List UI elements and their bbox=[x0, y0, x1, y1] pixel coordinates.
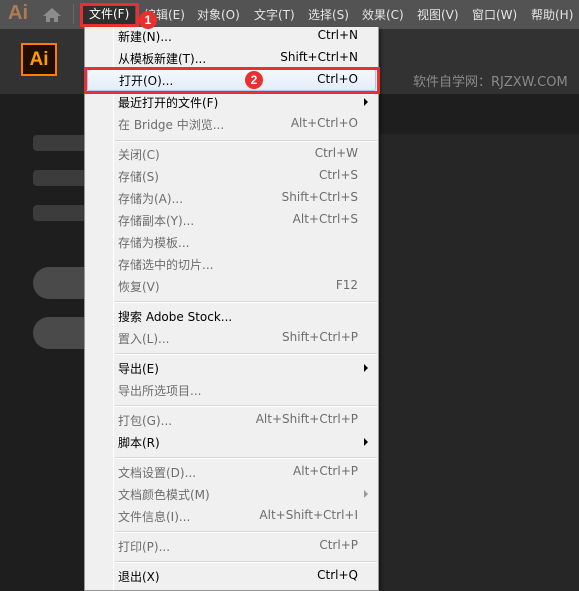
header-strip bbox=[378, 94, 579, 134]
watermark-text: 软件自学网：RJZXW.COM bbox=[413, 75, 568, 90]
placeholder-bar bbox=[33, 135, 88, 151]
menu-item-export[interactable]: 导出(E) bbox=[85, 357, 378, 379]
menu-item-label: 导出所选项目... bbox=[118, 384, 202, 398]
menu-item-document-color-mode[interactable]: 文档颜色模式(M) bbox=[85, 483, 378, 505]
menu-item-open-recent[interactable]: 最近打开的文件(F) bbox=[85, 91, 378, 113]
step-badge-2: 2 bbox=[245, 71, 263, 89]
menu-item-save[interactable]: 存储(S) Ctrl+S bbox=[85, 165, 378, 187]
menu-item-shortcut: Shift+Ctrl+N bbox=[280, 50, 358, 64]
menu-item-label: 最近打开的文件(F) bbox=[118, 96, 219, 110]
menu-item-close[interactable]: 关闭(C) Ctrl+W bbox=[85, 143, 378, 165]
menu-item-export-selection[interactable]: 导出所选项目... bbox=[85, 379, 378, 401]
menu-window[interactable]: 窗口(W) bbox=[472, 6, 517, 23]
menu-item-save-template[interactable]: 存储为模板... bbox=[85, 231, 378, 253]
menu-item-label: 文件信息(I)... bbox=[118, 510, 191, 524]
step-badge-1: 1 bbox=[139, 11, 157, 29]
menu-item-label: 关闭(C) bbox=[118, 148, 160, 162]
submenu-arrow-icon bbox=[364, 490, 368, 498]
home-icon[interactable] bbox=[42, 7, 62, 23]
menu-item-shortcut: F12 bbox=[335, 278, 358, 292]
menu-view[interactable]: 视图(V) bbox=[417, 6, 459, 23]
menu-item-save-slices[interactable]: 存储选中的切片... bbox=[85, 253, 378, 275]
menu-separator bbox=[115, 140, 377, 142]
menu-item-package[interactable]: 打包(G)... Alt+Shift+Ctrl+P bbox=[85, 409, 378, 431]
menu-separator bbox=[115, 561, 377, 563]
menubar-divider bbox=[73, 4, 74, 24]
menu-type[interactable]: 文字(T) bbox=[254, 6, 295, 23]
menu-separator bbox=[115, 405, 377, 407]
menu-separator bbox=[115, 353, 377, 355]
menu-item-save-copy[interactable]: 存储副本(Y)... Alt+Ctrl+S bbox=[85, 209, 378, 231]
menu-item-label: 文档颜色模式(M) bbox=[118, 488, 210, 502]
menu-item-label: 置入(L)... bbox=[118, 332, 170, 346]
menu-item-browse-bridge[interactable]: 在 Bridge 中浏览... Alt+Ctrl+O bbox=[85, 113, 378, 135]
menu-item-scripts[interactable]: 脚本(R) bbox=[85, 431, 378, 453]
menu-item-label: 新建(N)... bbox=[118, 30, 172, 44]
menu-item-shortcut: Shift+Ctrl+S bbox=[281, 190, 358, 204]
menu-item-label: 退出(X) bbox=[118, 570, 160, 584]
menu-item-file-info[interactable]: 文件信息(I)... Alt+Shift+Ctrl+I bbox=[85, 505, 378, 527]
menu-item-label: 搜索 Adobe Stock... bbox=[118, 310, 233, 324]
menu-select[interactable]: 选择(S) bbox=[308, 6, 349, 23]
menu-item-revert[interactable]: 恢复(V) F12 bbox=[85, 275, 378, 297]
menu-item-shortcut: Alt+Shift+Ctrl+I bbox=[259, 508, 358, 522]
menu-item-shortcut: Ctrl+S bbox=[318, 168, 358, 182]
menu-item-label: 打印(P)... bbox=[118, 540, 171, 554]
submenu-arrow-icon bbox=[364, 364, 368, 372]
menu-item-label: 导出(E) bbox=[118, 362, 159, 376]
menu-item-shortcut: Ctrl+W bbox=[314, 146, 358, 160]
menu-item-new[interactable]: 新建(N)... Ctrl+N bbox=[85, 25, 378, 47]
menu-item-label: 文档设置(D)... bbox=[118, 466, 197, 480]
menu-item-save-as[interactable]: 存储为(A)... Shift+Ctrl+S bbox=[85, 187, 378, 209]
highlight-file-menu bbox=[80, 3, 139, 27]
menu-item-shortcut: Ctrl+N bbox=[317, 28, 358, 42]
highlight-open-item bbox=[84, 67, 380, 94]
menu-item-new-from-template[interactable]: 从模板新建(T)... Shift+Ctrl+N bbox=[85, 47, 378, 69]
app-logo: Ai bbox=[8, 2, 28, 24]
ai-app-badge: Ai bbox=[21, 43, 57, 76]
menu-item-shortcut: Shift+Ctrl+P bbox=[282, 330, 358, 344]
menu-effect[interactable]: 效果(C) bbox=[362, 6, 404, 23]
menu-separator bbox=[115, 531, 377, 533]
submenu-arrow-icon bbox=[364, 98, 368, 106]
menu-item-print[interactable]: 打印(P)... Ctrl+P bbox=[85, 535, 378, 557]
placeholder-button bbox=[33, 317, 88, 349]
menu-item-label: 存储副本(Y)... bbox=[118, 214, 195, 228]
menu-item-label: 存储选中的切片... bbox=[118, 258, 214, 272]
illustrator-window: Ai 文件(F) 编辑(E) 对象(O) 文字(T) 选择(S) 效果(C) 视… bbox=[0, 0, 579, 591]
menu-separator bbox=[115, 301, 377, 303]
menu-item-place[interactable]: 置入(L)... Shift+Ctrl+P bbox=[85, 327, 378, 349]
menu-help[interactable]: 帮助(H) bbox=[531, 6, 573, 23]
menu-item-label: 从模板新建(T)... bbox=[118, 52, 207, 66]
menu-item-label: 存储(S) bbox=[118, 170, 159, 184]
menu-item-label: 在 Bridge 中浏览... bbox=[118, 118, 225, 132]
menu-item-shortcut: Alt+Ctrl+S bbox=[292, 212, 358, 226]
placeholder-bar bbox=[33, 205, 88, 221]
menu-item-label: 打包(G)... bbox=[118, 414, 173, 428]
menu-separator bbox=[115, 457, 377, 459]
file-menu-dropdown: 新建(N)... Ctrl+N 从模板新建(T)... Shift+Ctrl+N… bbox=[84, 27, 379, 591]
menu-item-label: 存储为(A)... bbox=[118, 192, 184, 206]
menu-item-shortcut: Ctrl+P bbox=[319, 538, 358, 552]
menu-item-document-setup[interactable]: 文档设置(D)... Alt+Ctrl+P bbox=[85, 461, 378, 483]
placeholder-button bbox=[33, 267, 88, 299]
menu-item-shortcut: Alt+Ctrl+O bbox=[290, 116, 358, 130]
menu-item-exit[interactable]: 退出(X) Ctrl+Q bbox=[85, 565, 378, 587]
menu-item-shortcut: Ctrl+Q bbox=[317, 568, 358, 582]
menu-item-shortcut: Alt+Shift+Ctrl+P bbox=[255, 412, 358, 426]
menu-item-label: 脚本(R) bbox=[118, 436, 160, 450]
submenu-arrow-icon bbox=[364, 438, 368, 446]
menu-item-shortcut: Alt+Ctrl+P bbox=[293, 464, 358, 478]
menu-item-label: 存储为模板... bbox=[118, 236, 190, 250]
menu-item-search-adobe-stock[interactable]: 搜索 Adobe Stock... bbox=[85, 305, 378, 327]
placeholder-bar bbox=[33, 170, 88, 186]
menu-item-label: 恢复(V) bbox=[118, 280, 160, 294]
menu-object[interactable]: 对象(O) bbox=[197, 6, 240, 23]
